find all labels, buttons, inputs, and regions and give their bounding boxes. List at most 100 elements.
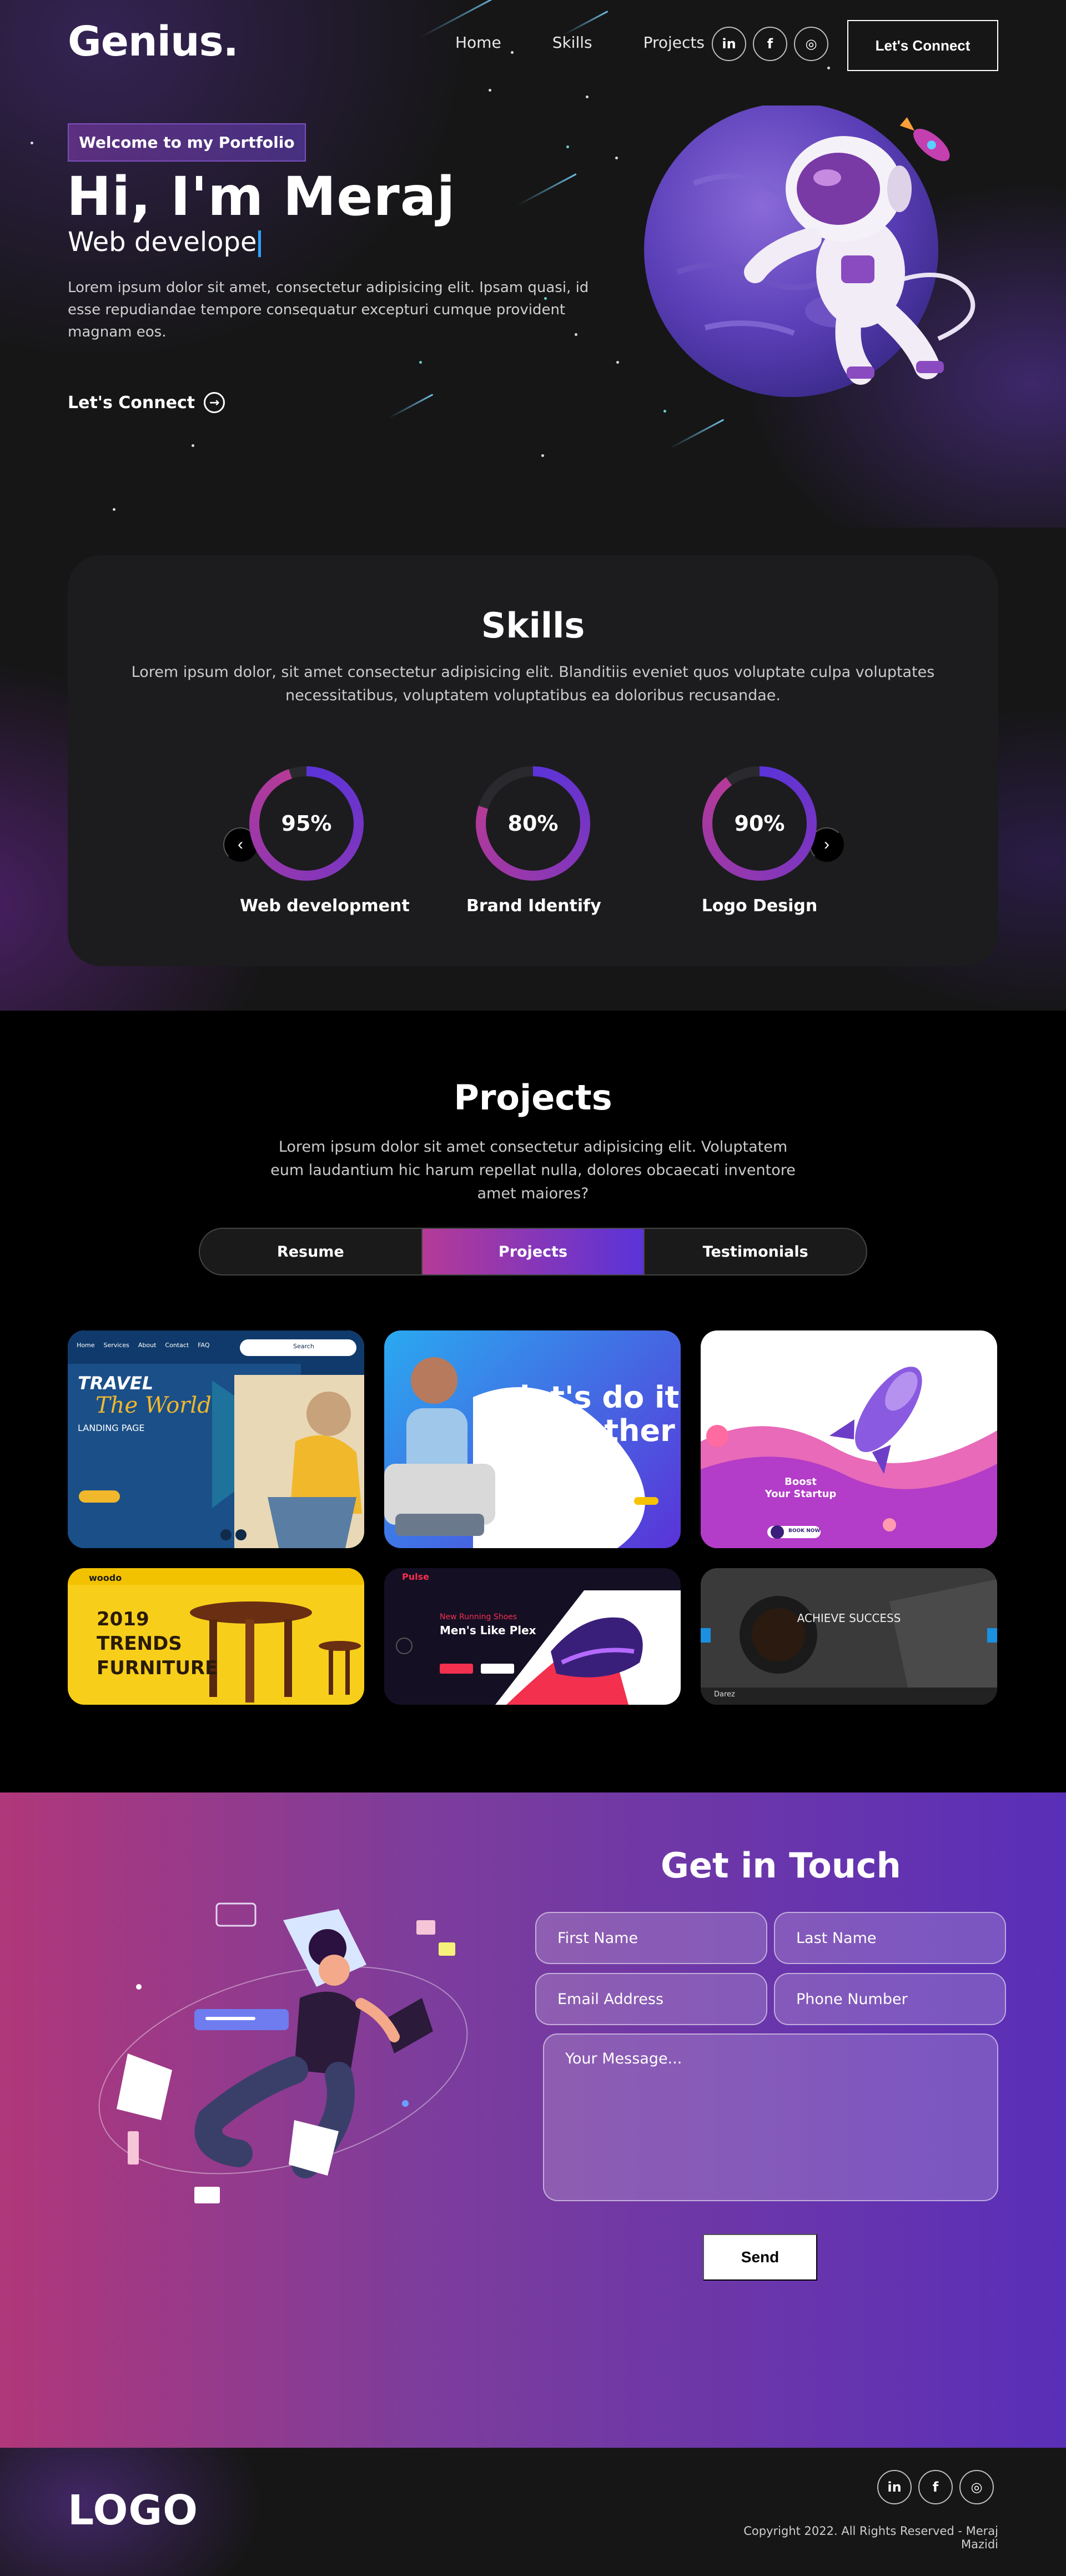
page: Genius. Home Skills Projects in f ◎ Let'…: [0, 0, 1066, 2576]
skill-progress-ring: 90%: [702, 766, 817, 881]
site-logo[interactable]: Genius.: [68, 18, 239, 66]
travel-card-nav: Home Services About Contact FAQ: [77, 1342, 210, 1349]
projects-title: Projects: [454, 1077, 612, 1118]
travel-search-label: Search: [293, 1343, 314, 1350]
footer-social-links: in f ◎: [877, 2470, 994, 2504]
nav-links: Home Skills Projects: [455, 10, 756, 71]
project-card-success[interactable]: ACHIEVE SUCCESS Darez: [701, 1568, 997, 1705]
skill-progress-ring: 95%: [249, 766, 364, 881]
footer-logo[interactable]: LOGO: [68, 2487, 198, 2534]
contact-title: Get in Touch: [661, 1845, 901, 1886]
travel-nav-item: About: [138, 1342, 157, 1349]
tab-testimonials[interactable]: Testimonials: [645, 1229, 866, 1274]
welcome-badge: Welcome to my Portfolio: [68, 123, 306, 162]
linkedin-icon[interactable]: in: [877, 2470, 912, 2504]
boost-card-art: [701, 1367, 997, 1548]
skill-value: 95%: [281, 811, 332, 836]
arrow-right-circle-icon: →: [204, 392, 225, 413]
skill-label: Brand Identify: [466, 896, 601, 916]
facebook-icon[interactable]: f: [918, 2470, 953, 2504]
instagram-icon[interactable]: ◎: [794, 27, 828, 61]
last-name-field[interactable]: Last Name: [774, 1912, 1006, 1964]
together-line2: together: [527, 1413, 675, 1448]
footer: LOGO in f ◎ Copyright 2022. All Rights R…: [0, 2448, 1066, 2576]
furniture-year: 2019: [97, 1608, 149, 1630]
nav-link-projects[interactable]: Projects: [643, 33, 705, 52]
facebook-icon[interactable]: f: [753, 27, 787, 61]
contact-section: Get in Touch First Name Last Name Email …: [0, 1792, 1066, 2448]
star: [192, 444, 194, 447]
skill-item: 80% Brand Identify: [466, 766, 601, 916]
shoes-kicker: New Running Shoes: [440, 1613, 517, 1621]
hero-section: Genius. Home Skills Projects in f ◎ Let'…: [0, 0, 1066, 1011]
skills-description: Lorem ipsum dolor, sit amet consectetur …: [131, 664, 935, 704]
meteor: [517, 173, 577, 206]
meteor: [669, 419, 725, 449]
travel-nav-item: Services: [103, 1342, 129, 1349]
tab-projects[interactable]: Projects: [422, 1229, 645, 1274]
projects-description: Lorem ipsum dolor sit amet consectetur a…: [270, 1138, 796, 1202]
star: [566, 145, 569, 148]
travel-title: TRAVEL: [78, 1373, 154, 1394]
travel-subtitle: The World: [95, 1393, 212, 1418]
boost-line2: Your Startup: [765, 1488, 837, 1500]
star: [615, 157, 618, 159]
together-line1: let's do it: [520, 1380, 680, 1415]
tab-resume[interactable]: Resume: [200, 1229, 423, 1274]
hero-connect-link[interactable]: Let's Connect →: [68, 392, 225, 413]
success-brand: Darez: [714, 1690, 735, 1699]
linkedin-icon[interactable]: in: [712, 27, 746, 61]
project-card-travel[interactable]: Home Services About Contact FAQ Search T…: [68, 1330, 364, 1548]
skill-item: 90% Logo Design: [693, 766, 826, 916]
star: [586, 96, 589, 98]
skill-value: 90%: [734, 811, 785, 836]
skills-title: Skills: [481, 605, 585, 646]
travel-landing: LANDING PAGE: [78, 1423, 145, 1433]
travel-nav-item: Contact: [165, 1342, 189, 1349]
nav-link-home[interactable]: Home: [455, 33, 501, 52]
contact-illustration: [98, 1902, 468, 2203]
copyright-text: Copyright 2022. All Rights Reserved - Me…: [743, 2524, 998, 2551]
skill-label: Web development: [240, 896, 410, 916]
typing-caret: [258, 230, 261, 257]
email-field[interactable]: Email Address: [535, 1973, 767, 2025]
projects-section: Projects Lorem ipsum dolor sit amet cons…: [0, 1011, 1066, 1792]
first-name-field[interactable]: First Name: [535, 1912, 767, 1964]
phone-field[interactable]: Phone Number: [774, 1973, 1006, 2025]
role-text: Web develope: [68, 227, 257, 258]
projects-tabs: Resume Projects Testimonials: [199, 1228, 867, 1276]
project-card-furniture[interactable]: woodo 2019 TRENDS FURNITURE: [68, 1568, 364, 1705]
send-button[interactable]: Send: [703, 2234, 817, 2281]
travel-nav-item: Home: [77, 1342, 95, 1349]
travel-nav-item: FAQ: [198, 1342, 210, 1349]
instagram-icon[interactable]: ◎: [959, 2470, 994, 2504]
social-links: in f ◎: [712, 27, 828, 61]
success-card-art: [701, 1568, 997, 1705]
star: [616, 361, 619, 364]
travel-card-art: [68, 1330, 364, 1548]
project-card-together[interactable]: let's do it together: [384, 1330, 681, 1548]
project-card-boost[interactable]: Boost Your Startup BOOK NOW: [701, 1330, 997, 1548]
boost-book-button: BOOK NOW: [788, 1528, 821, 1534]
skills-section: Skills Lorem ipsum dolor, sit amet conse…: [68, 555, 998, 966]
astronaut-illustration: [644, 106, 976, 397]
star: [31, 142, 33, 144]
hero-role: Web develope: [68, 227, 261, 258]
nav-link-skills[interactable]: Skills: [529, 10, 592, 71]
hero-heading: Hi, I'm Meraj: [67, 165, 456, 228]
message-field[interactable]: Your Message...: [543, 2033, 998, 2201]
furniture-brand: woodo: [89, 1573, 122, 1583]
skill-progress-ring: 80%: [476, 766, 590, 881]
boost-line1: Boost: [785, 1476, 817, 1488]
project-card-shoes[interactable]: Pulse New Running Shoes Men's Like Plex: [384, 1568, 681, 1705]
success-title: ACHIEVE SUCCESS: [797, 1611, 901, 1625]
meteor: [388, 394, 434, 419]
hero-connect-label: Let's Connect: [68, 393, 195, 413]
skill-item: 95% Web development: [240, 766, 410, 916]
furniture-line2: FURNITURE: [97, 1657, 218, 1679]
lets-connect-button[interactable]: Let's Connect: [847, 20, 998, 71]
skill-label: Logo Design: [701, 896, 818, 916]
star: [113, 508, 115, 511]
shoes-brand: Pulse: [402, 1571, 429, 1582]
star: [419, 361, 422, 364]
